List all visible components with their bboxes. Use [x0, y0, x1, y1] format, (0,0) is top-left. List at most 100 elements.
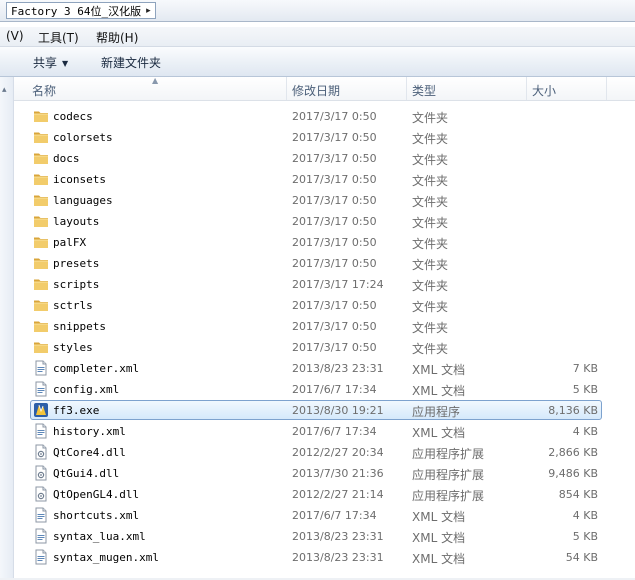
- file-name[interactable]: scripts: [53, 278, 99, 291]
- file-row[interactable]: layouts 2017/3/17 0:50 文件夹: [0, 211, 635, 232]
- file-row[interactable]: docs 2017/3/17 0:50 文件夹: [0, 148, 635, 169]
- file-row[interactable]: sctrls 2017/3/17 0:50 文件夹: [0, 295, 635, 316]
- dll-icon: [33, 486, 49, 502]
- file-date: 2017/3/17 0:50: [292, 194, 377, 207]
- file-date: 2017/3/17 0:50: [292, 131, 377, 144]
- folder-icon: [33, 108, 49, 124]
- file-date: 2017/3/17 17:24: [292, 278, 384, 291]
- file-name[interactable]: history.xml: [53, 425, 126, 438]
- file-name[interactable]: QtOpenGL4.dll: [53, 488, 139, 501]
- file-date: 2017/3/17 0:50: [292, 215, 377, 228]
- file-row[interactable]: colorsets 2017/3/17 0:50 文件夹: [0, 127, 635, 148]
- file-row[interactable]: QtOpenGL4.dll 2012/2/27 21:14 应用程序扩展 854 KB: [0, 484, 635, 505]
- column-divider[interactable]: [526, 77, 527, 100]
- file-row[interactable]: presets 2017/3/17 0:50 文件夹: [0, 253, 635, 274]
- file-row[interactable]: history.xml 2017/6/7 17:34 XML 文档 4 KB: [0, 421, 635, 442]
- file-row[interactable]: QtCore4.dll 2012/2/27 20:34 应用程序扩展 2,866 KB: [0, 442, 635, 463]
- file-row[interactable]: styles 2017/3/17 0:50 文件夹: [0, 337, 635, 358]
- file-size: 4 KB: [572, 509, 598, 522]
- file-name[interactable]: languages: [53, 194, 113, 207]
- file-date: 2017/6/7 17:34: [292, 425, 377, 438]
- file-type: 文件夹: [412, 258, 449, 272]
- column-divider[interactable]: [286, 77, 287, 100]
- file-type: XML 文档: [412, 552, 466, 566]
- file-date: 2017/3/17 0:50: [292, 299, 377, 312]
- file-type: 文件夹: [412, 342, 449, 356]
- share-button[interactable]: 共享 ▼: [33, 54, 68, 71]
- menu-help[interactable]: 帮助(H): [96, 29, 138, 46]
- file-type: 应用程序扩展: [412, 489, 485, 503]
- column-divider[interactable]: [406, 77, 407, 100]
- file-row[interactable]: iconsets 2017/3/17 0:50 文件夹: [0, 169, 635, 190]
- file-name[interactable]: styles: [53, 341, 93, 354]
- file-row[interactable]: snippets 2017/3/17 0:50 文件夹: [0, 316, 635, 337]
- dropdown-arrow-icon: ▼: [62, 59, 69, 68]
- file-name[interactable]: completer.xml: [53, 362, 139, 375]
- file-name[interactable]: presets: [53, 257, 99, 270]
- file-row[interactable]: shortcuts.xml 2017/6/7 17:34 XML 文档 4 KB: [0, 505, 635, 526]
- folder-icon: [33, 192, 49, 208]
- file-row[interactable]: config.xml 2017/6/7 17:34 XML 文档 5 KB: [0, 379, 635, 400]
- file-type: 文件夹: [412, 300, 449, 314]
- file-name[interactable]: syntax_lua.xml: [53, 530, 146, 543]
- file-name[interactable]: config.xml: [53, 383, 119, 396]
- menu-bar: (V) 工具(T) 帮助(H): [0, 27, 635, 47]
- file-row[interactable]: ff3.exe 2013/8/30 19:21 应用程序 8,136 KB: [0, 400, 635, 421]
- folder-icon: [33, 171, 49, 187]
- file-name[interactable]: docs: [53, 152, 80, 165]
- file-name[interactable]: sctrls: [53, 299, 93, 312]
- file-name[interactable]: iconsets: [53, 173, 106, 186]
- file-type: 文件夹: [412, 195, 449, 209]
- file-size: 9,486 KB: [548, 467, 598, 480]
- folder-icon: [33, 255, 49, 271]
- file-date: 2017/3/17 0:50: [292, 320, 377, 333]
- folder-icon: [33, 150, 49, 166]
- file-row[interactable]: syntax_lua.xml 2013/8/23 23:31 XML 文档 5 KB: [0, 526, 635, 547]
- file-name[interactable]: snippets: [53, 320, 106, 333]
- chevron-right-icon[interactable]: ▸: [146, 6, 151, 16]
- file-type: XML 文档: [412, 510, 466, 524]
- command-toolbar: 共享 ▼ 新建文件夹: [0, 47, 635, 77]
- menu-tools[interactable]: 工具(T): [38, 29, 79, 46]
- menu-view[interactable]: (V): [6, 29, 24, 43]
- file-name[interactable]: colorsets: [53, 131, 113, 144]
- scroll-up-icon[interactable]: ▴: [2, 85, 7, 95]
- xml-file-icon: [33, 507, 49, 523]
- file-type: 文件夹: [412, 174, 449, 188]
- column-date[interactable]: 修改日期: [292, 82, 340, 99]
- file-row[interactable]: codecs 2017/3/17 0:50 文件夹: [0, 106, 635, 127]
- folder-icon: [33, 276, 49, 292]
- file-name[interactable]: palFX: [53, 236, 86, 249]
- file-name[interactable]: shortcuts.xml: [53, 509, 139, 522]
- file-date: 2017/6/7 17:34: [292, 509, 377, 522]
- file-name[interactable]: ff3.exe: [53, 404, 99, 417]
- column-header: ▲ 名称 修改日期 类型 大小: [14, 76, 635, 101]
- share-label: 共享: [33, 56, 58, 70]
- file-type: 应用程序扩展: [412, 447, 485, 461]
- column-name[interactable]: 名称: [32, 82, 56, 99]
- breadcrumb-path[interactable]: Factory 3 64位_汉化版: [7, 3, 141, 19]
- file-row[interactable]: syntax_mugen.xml 2013/8/23 23:31 XML 文档 54 …: [0, 547, 635, 568]
- exe-icon: [33, 402, 49, 418]
- file-name[interactable]: syntax_mugen.xml: [53, 551, 159, 564]
- file-date: 2012/2/27 20:34: [292, 446, 384, 459]
- file-row[interactable]: scripts 2017/3/17 17:24 文件夹: [0, 274, 635, 295]
- file-size: 54 KB: [565, 551, 598, 564]
- folder-icon: [33, 213, 49, 229]
- file-name[interactable]: QtCore4.dll: [53, 446, 126, 459]
- file-name[interactable]: QtGui4.dll: [53, 467, 119, 480]
- file-row[interactable]: palFX 2017/3/17 0:50 文件夹: [0, 232, 635, 253]
- file-type: XML 文档: [412, 384, 466, 398]
- file-row[interactable]: languages 2017/3/17 0:50 文件夹: [0, 190, 635, 211]
- folder-icon: [33, 318, 49, 334]
- column-divider[interactable]: [606, 77, 607, 100]
- file-row[interactable]: completer.xml 2013/8/23 23:31 XML 文档 7 KB: [0, 358, 635, 379]
- column-size[interactable]: 大小: [532, 82, 556, 99]
- column-type[interactable]: 类型: [412, 82, 436, 99]
- file-name[interactable]: layouts: [53, 215, 99, 228]
- new-folder-button[interactable]: 新建文件夹: [101, 54, 161, 71]
- file-name[interactable]: codecs: [53, 110, 93, 123]
- file-size: 5 KB: [572, 383, 598, 396]
- file-row[interactable]: QtGui4.dll 2013/7/30 21:36 应用程序扩展 9,486 KB: [0, 463, 635, 484]
- breadcrumb[interactable]: Factory 3 64位_汉化版 ▸: [6, 2, 156, 19]
